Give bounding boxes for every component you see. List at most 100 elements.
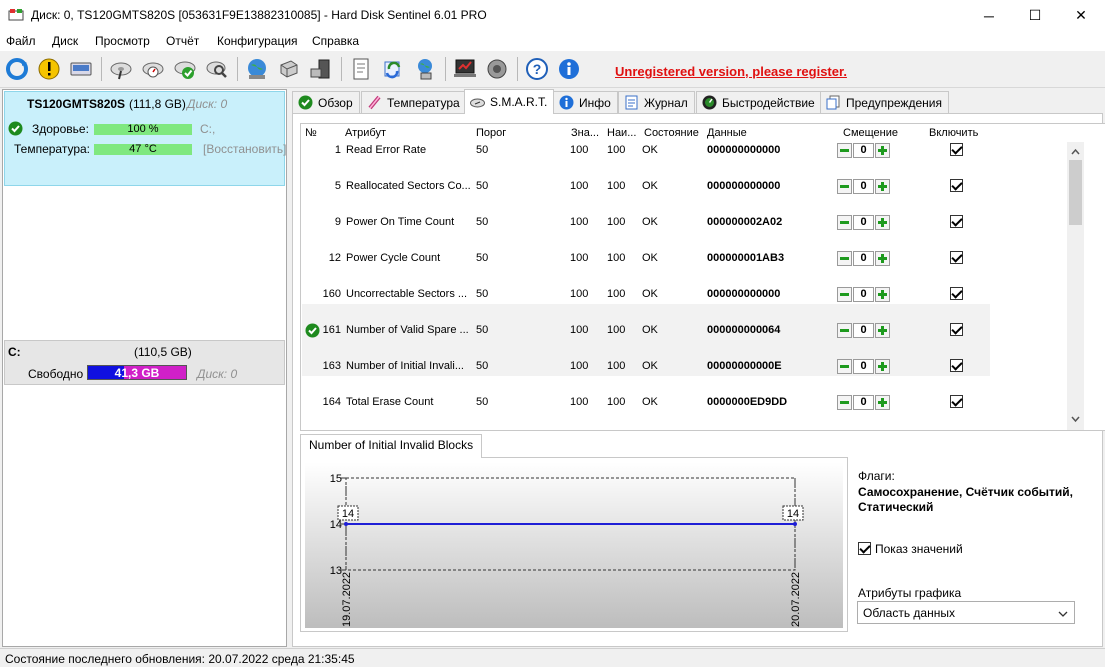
status-bar: Состояние последнего обновления: 20.07.2…	[0, 648, 1105, 667]
cell-attribute: Power Cycle Count	[346, 252, 441, 264]
menu-file[interactable]: Файл	[6, 34, 36, 48]
tab-info[interactable]: Инфо	[553, 91, 618, 113]
menu-disk[interactable]: Диск	[52, 34, 78, 48]
minus-button[interactable]	[837, 179, 852, 194]
minus-button[interactable]	[837, 143, 852, 158]
disk-search-icon[interactable]	[203, 55, 231, 83]
offset-value[interactable]: 0	[853, 359, 874, 374]
disk-card[interactable]: TS120GMTS820S (111,8 GB) Диск: 0 Здоровь…	[4, 91, 287, 186]
cell-id: 5	[334, 180, 341, 192]
minus-button[interactable]	[837, 287, 852, 302]
network-globe-icon[interactable]	[243, 55, 271, 83]
tab-alerts[interactable]: Предупреждения	[820, 91, 949, 113]
enable-checkbox[interactable]	[950, 215, 963, 228]
plus-button[interactable]	[875, 359, 890, 374]
tab-temperature[interactable]: Температура	[361, 91, 467, 113]
table-row[interactable]: 9 Power On Time Count 50 100 100 OK 000000002A…	[302, 196, 990, 232]
plus-button[interactable]	[875, 323, 890, 338]
chart-tab[interactable]: Number of Initial Invalid Blocks	[300, 434, 483, 458]
enable-checkbox[interactable]	[950, 359, 963, 372]
enable-checkbox[interactable]	[950, 179, 963, 192]
enable-checkbox[interactable]	[950, 251, 963, 264]
disk-surface-icon[interactable]	[139, 55, 167, 83]
offset-value[interactable]: 0	[853, 179, 874, 194]
register-link[interactable]: Unregistered version, please register.	[615, 64, 847, 79]
sync-icon[interactable]	[379, 55, 407, 83]
disk-icon[interactable]	[67, 55, 95, 83]
cell-id: 163	[322, 360, 341, 372]
enable-checkbox[interactable]	[950, 143, 963, 156]
close-button[interactable]: ✕	[1058, 0, 1104, 31]
health-drive-letter: C:,	[200, 122, 216, 136]
offset-value[interactable]: 0	[853, 215, 874, 230]
offset-value[interactable]: 0	[853, 251, 874, 266]
table-row[interactable]: 12 Power Cycle Count 50 100 100 OK 000000001AB…	[302, 232, 990, 268]
minus-button[interactable]	[837, 251, 852, 266]
graph-attributes-select[interactable]: Область данных	[857, 601, 1075, 624]
server-icon[interactable]	[275, 55, 303, 83]
tab-log[interactable]: Журнал	[618, 91, 695, 113]
table-row[interactable]: 160 Uncorrectable Sectors ... 50 100 100 OK 00…	[302, 268, 990, 304]
show-values-checkbox[interactable]	[858, 542, 871, 555]
enable-checkbox[interactable]	[950, 323, 963, 336]
cell-worst: 100	[607, 288, 626, 300]
plus-button[interactable]	[875, 287, 890, 302]
cell-status: OK	[642, 396, 658, 408]
cell-value: 100	[570, 396, 589, 408]
plus-button[interactable]	[875, 215, 890, 230]
partition-card[interactable]: C: (110,5 GB) Свободно 41,3 GB Диск: 0	[4, 340, 285, 385]
menu-configuration[interactable]: Конфигурация	[217, 34, 298, 48]
help-icon[interactable]: ?	[523, 55, 551, 83]
attribute-chart: 1514131419.07.20221420.07.2022	[305, 462, 843, 628]
maximize-button[interactable]: ☐	[1012, 0, 1058, 31]
offset-stepper: 0	[837, 287, 891, 303]
free-label: Свободно	[28, 367, 84, 381]
offset-value[interactable]: 0	[853, 395, 874, 410]
table-row[interactable]: 161 Number of Valid Spare ... 50 100 100 OK 00…	[302, 304, 990, 340]
laptop-monitor-icon[interactable]	[451, 55, 479, 83]
minus-button[interactable]	[837, 395, 852, 410]
show-values-label[interactable]: Показ значений	[875, 542, 963, 556]
tab-overview[interactable]: Обзор	[292, 91, 360, 113]
table-row[interactable]: 5 Reallocated Sectors Co... 50 100 100 OK 0000…	[302, 160, 990, 196]
cell-attribute: Number of Valid Spare ...	[346, 324, 469, 336]
disk-ok-icon[interactable]	[171, 55, 199, 83]
minus-button[interactable]	[837, 323, 852, 338]
offset-value[interactable]: 0	[853, 287, 874, 302]
network-computer-icon[interactable]	[411, 55, 439, 83]
warning-icon[interactable]	[35, 55, 63, 83]
enable-checkbox[interactable]	[950, 395, 963, 408]
disk-test-icon[interactable]	[107, 55, 135, 83]
plus-button[interactable]	[875, 179, 890, 194]
table-row[interactable]: 164 Total Erase Count 50 100 100 OK 0000000ED9…	[302, 376, 990, 412]
offset-value[interactable]: 0	[853, 323, 874, 338]
plus-button[interactable]	[875, 395, 890, 410]
minimize-button[interactable]: ─	[966, 0, 1012, 31]
free-space-bar: 41,3 GB	[87, 365, 187, 380]
info-icon[interactable]	[555, 55, 583, 83]
smart-disk-icon	[470, 95, 485, 110]
cell-threshold: 50	[476, 324, 489, 336]
sound-alert-icon[interactable]	[483, 55, 511, 83]
menu-view[interactable]: Просмотр	[95, 34, 150, 48]
menu-report[interactable]: Отчёт	[166, 34, 199, 48]
cell-threshold: 50	[476, 360, 489, 372]
menu-bar: Файл Диск Просмотр Отчёт Конфигурация Сп…	[0, 31, 1105, 51]
plus-button[interactable]	[875, 251, 890, 266]
refresh-icon[interactable]	[3, 55, 31, 83]
menu-help[interactable]: Справка	[312, 34, 359, 48]
restore-link[interactable]: [Восстановить]	[203, 142, 287, 156]
tab-performance[interactable]: Быстродействие	[696, 91, 822, 113]
cell-worst: 100	[607, 324, 626, 336]
minus-button[interactable]	[837, 359, 852, 374]
table-scrollbar[interactable]	[1067, 142, 1084, 430]
minus-button[interactable]	[837, 215, 852, 230]
tab-smart[interactable]: S.M.A.R.T.	[464, 89, 555, 114]
pc-icon[interactable]	[307, 55, 335, 83]
plus-button[interactable]	[875, 143, 890, 158]
enable-checkbox[interactable]	[950, 287, 963, 300]
report-icon[interactable]	[347, 55, 375, 83]
offset-value[interactable]: 0	[853, 143, 874, 158]
table-row[interactable]: 163 Number of Initial Invali... 50 100 100 OK…	[302, 340, 990, 376]
table-row[interactable]: 1 Read Error Rate 50 100 100 OK 000000000000 0	[302, 124, 990, 160]
